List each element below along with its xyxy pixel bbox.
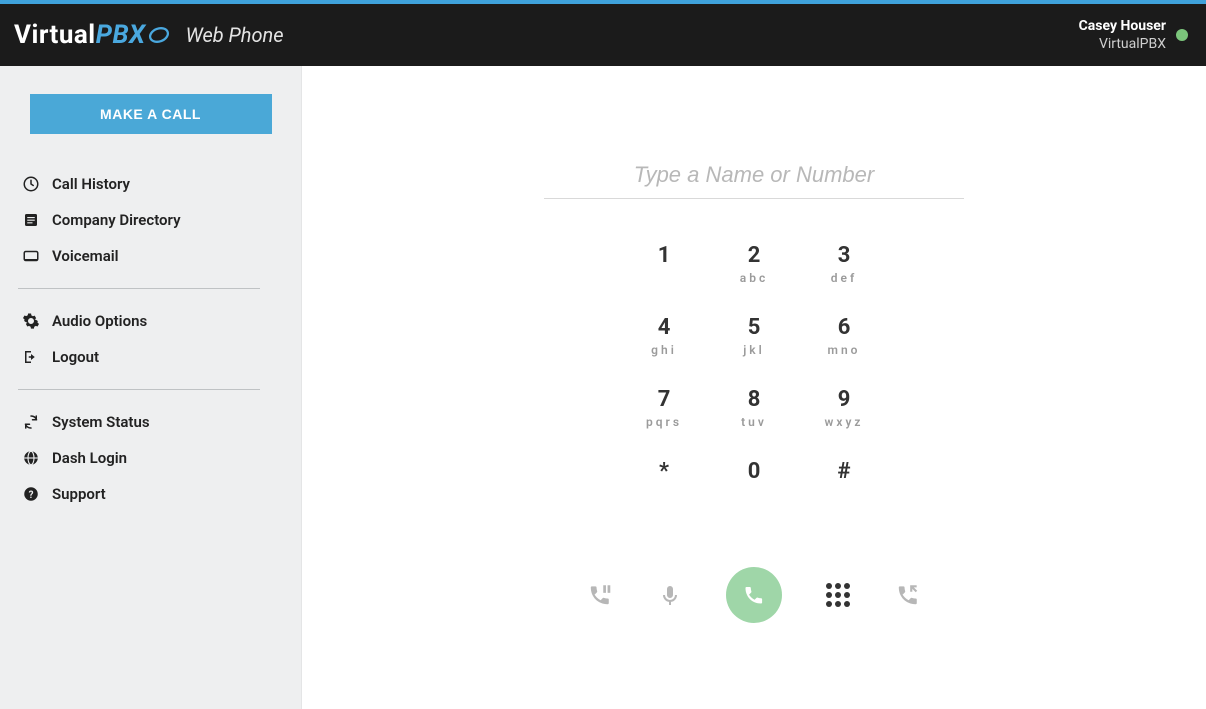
key-9[interactable]: 9 wxyz [799,383,889,455]
sidebar-item-company-directory[interactable]: Company Directory [18,202,283,238]
logout-icon [22,348,40,366]
voicemail-icon [22,247,40,265]
sidebar-item-logout[interactable]: Logout [18,339,283,375]
main-content: 1 2 abc 3 def 4 ghi 5 jkl 6 mno 7 pqrs 8 tuv 9 w… [302,66,1206,709]
help-icon: ? [22,485,40,503]
clock-icon [22,175,40,193]
user-name: Casey Houser [1079,17,1166,35]
key-digit: 3 [838,243,851,269]
user-company: VirtualPBX [1079,35,1166,53]
key-letters: pqrs [646,415,682,429]
key-digit: 0 [748,459,761,485]
nav-group-1: Call History Company Directory Voicemail [18,166,283,274]
key-letters: tuv [741,415,767,429]
key-digit: 9 [838,387,851,413]
nav-group-2: Audio Options Logout [18,303,283,375]
key-hash[interactable]: # [799,455,889,527]
sidebar-item-dash-login[interactable]: Dash Login [18,440,283,476]
key-letters: abc [740,271,768,285]
sidebar-item-label: Audio Options [52,312,147,330]
key-3[interactable]: 3 def [799,239,889,311]
keypad: 1 2 abc 3 def 4 ghi 5 jkl 6 mno 7 pqrs 8 tuv 9 w… [619,239,889,527]
logo: VirtualPBX [14,20,170,50]
key-7[interactable]: 7 pqrs [619,383,709,455]
key-0[interactable]: 0 [709,455,799,527]
sidebar-item-label: Call History [52,175,130,193]
sidebar-item-label: Voicemail [52,247,119,265]
key-digit: 5 [748,315,761,341]
nav-group-3: System Status Dash Login ? Support [18,404,283,512]
key-digit: 2 [748,243,761,269]
list-icon [22,211,40,229]
app-header: VirtualPBX Web Phone Casey Houser Virtua… [0,4,1206,66]
app-subtitle: Web Phone [186,23,284,47]
mic-icon [658,583,682,607]
transfer-button[interactable] [894,581,922,609]
header-right: Casey Houser VirtualPBX [1079,17,1188,53]
key-digit: 8 [748,387,761,413]
dial-input[interactable] [544,156,964,199]
key-5[interactable]: 5 jkl [709,311,799,383]
key-1[interactable]: 1 [619,239,709,311]
app-body: MAKE A CALL Call History Company Directo… [0,66,1206,709]
hold-button[interactable] [586,581,614,609]
sidebar-item-label: System Status [52,413,150,431]
make-a-call-button[interactable]: MAKE A CALL [30,94,272,134]
key-digit: 4 [658,315,671,341]
gear-icon [22,312,40,330]
key-letters: mno [828,343,861,357]
sidebar-item-audio-options[interactable]: Audio Options [18,303,283,339]
key-letters: wxyz [825,415,864,429]
key-digit: 6 [838,315,851,341]
key-4[interactable]: 4 ghi [619,311,709,383]
key-digit: * [659,459,669,485]
logo-part1: Virtual [14,20,96,50]
sidebar-item-support[interactable]: ? Support [18,476,283,512]
dialpad-icon [826,583,850,607]
presence-indicator-icon[interactable] [1176,29,1188,41]
logo-swoosh-icon [148,24,170,46]
sidebar-item-label: Logout [52,348,99,366]
sidebar-item-label: Dash Login [52,449,127,467]
dialpad-toggle-button[interactable] [824,581,852,609]
sidebar-item-system-status[interactable]: System Status [18,404,283,440]
transfer-icon [895,582,921,608]
sidebar-divider [18,389,260,390]
svg-text:?: ? [29,490,34,501]
user-block[interactable]: Casey Houser VirtualPBX [1079,17,1166,53]
sidebar-item-voicemail[interactable]: Voicemail [18,238,283,274]
phone-icon [742,583,766,607]
dialer: 1 2 abc 3 def 4 ghi 5 jkl 6 mno 7 pqrs 8 tuv 9 w… [544,156,964,623]
sidebar-divider [18,288,260,289]
sidebar: MAKE A CALL Call History Company Directo… [0,66,302,709]
key-8[interactable]: 8 tuv [709,383,799,455]
mute-button[interactable] [656,581,684,609]
key-letters: def [831,271,857,285]
refresh-icon [22,413,40,431]
sidebar-item-call-history[interactable]: Call History [18,166,283,202]
key-digit: 1 [658,243,671,269]
logo-part2: PBX [96,20,146,50]
key-star[interactable]: * [619,455,709,527]
key-letters: ghi [651,343,677,357]
sidebar-item-label: Support [52,485,106,503]
sidebar-item-label: Company Directory [52,211,181,229]
call-button[interactable] [726,567,782,623]
hold-icon [587,582,613,608]
header-left: VirtualPBX Web Phone [14,20,284,50]
key-6[interactable]: 6 mno [799,311,889,383]
key-digit: 7 [658,387,671,413]
globe-icon [22,449,40,467]
key-2[interactable]: 2 abc [709,239,799,311]
key-letters: jkl [743,343,765,357]
call-controls [586,567,922,623]
key-digit: # [837,459,850,485]
